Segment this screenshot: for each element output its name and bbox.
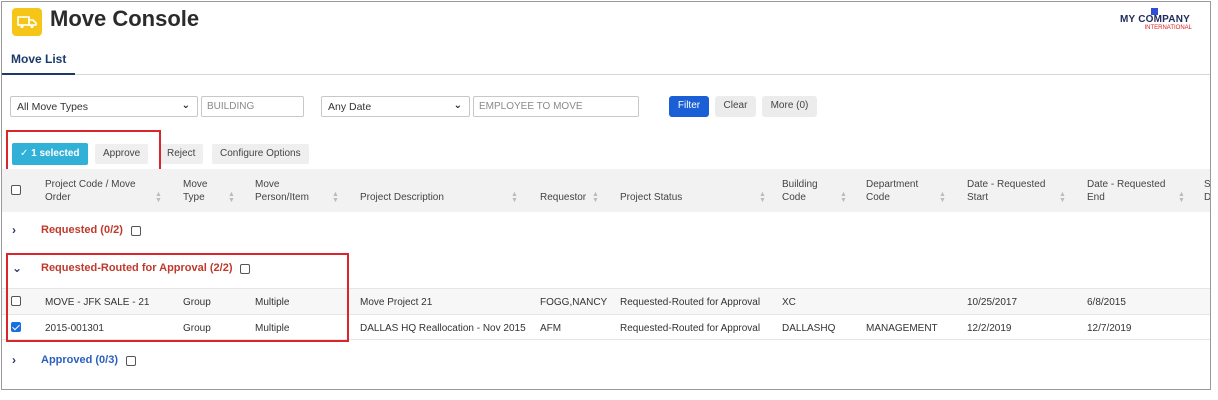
logo-company-subtitle: INTERNATIONAL [1144, 25, 1192, 31]
column-header-department-code[interactable]: Department Code [866, 178, 918, 204]
sort-icon[interactable]: ▲ ▼ [332, 191, 339, 204]
sort-icon[interactable]: ▲ ▼ [759, 191, 766, 204]
table-header: Project Code / Move Order ▲ ▼ Move Type ▲ ▼ … [2, 169, 1210, 212]
truck-icon [12, 8, 42, 36]
cell-building-code: DALLASHQ [782, 323, 836, 334]
header: Move Console MY COMPANY INTERNATIONAL [2, 2, 1210, 40]
column-header-building-code[interactable]: Building Code [782, 178, 818, 204]
employee-input[interactable]: EMPLOYEE TO MOVE [473, 96, 639, 117]
date-select[interactable]: Any Date ⌄ [321, 96, 470, 117]
sort-icon[interactable]: ▲ ▼ [511, 191, 518, 204]
logo-company-name: MY COMPANY [1120, 14, 1190, 25]
group-label: Requested (0/2) [41, 224, 123, 236]
cell-project-description: Move Project 21 [360, 297, 433, 308]
column-header-project-status[interactable]: Project Status [620, 191, 682, 204]
cell-building-code: XC [782, 297, 796, 308]
column-header-date-requested-end[interactable]: Date - Requested End [1087, 178, 1165, 204]
move-console-window: Move Console MY COMPANY INTERNATIONAL Mo… [1, 1, 1211, 390]
column-header-scheduled-date[interactable]: ScDa [1204, 178, 1210, 204]
sort-icon[interactable]: ▲ ▼ [840, 191, 847, 204]
app-title: Move Console [50, 6, 200, 31]
chevron-down-icon: ⌄ [181, 100, 190, 111]
column-header-project-code[interactable]: Project Code / Move Order [45, 178, 136, 204]
column-header-date-requested-start[interactable]: Date - Requested Start [967, 178, 1045, 204]
group-label: Approved (0/3) [41, 354, 119, 366]
chevron-right-icon[interactable]: › [12, 223, 16, 237]
highlight-routed-group [6, 253, 349, 342]
group-approved[interactable]: › Approved (0/3) [2, 342, 1210, 380]
column-header-move-type[interactable]: Move Type [183, 178, 207, 204]
sort-icon[interactable]: ▲ ▼ [155, 191, 162, 204]
sort-icon[interactable]: ▲ ▼ [1059, 191, 1066, 204]
column-header-requestor[interactable]: Requestor [540, 191, 586, 204]
cell-date-start: 12/2/2019 [967, 323, 1012, 334]
company-logo: MY COMPANY INTERNATIONAL [1118, 8, 1192, 36]
move-type-select[interactable]: All Move Types ⌄ [10, 96, 198, 117]
cell-project-status: Requested-Routed for Approval [620, 297, 761, 308]
move-type-value: All Move Types [17, 101, 89, 113]
cell-project-description: DALLAS HQ Reallocation - Nov 2015 [360, 323, 526, 334]
highlight-selection-actions [6, 130, 161, 172]
tab-move-list[interactable]: Move List [2, 44, 76, 75]
configure-options-button[interactable]: Configure Options [212, 144, 309, 164]
building-input[interactable]: BUILDING [201, 96, 304, 117]
more-button[interactable]: More (0) [762, 96, 817, 117]
tab-bar: Move List [2, 44, 1210, 75]
cell-date-end: 12/7/2019 [1087, 323, 1132, 334]
filter-button[interactable]: Filter [669, 96, 709, 117]
date-value: Any Date [328, 101, 372, 113]
column-header-project-description[interactable]: Project Description [360, 191, 444, 204]
chevron-right-icon[interactable]: › [12, 353, 16, 367]
reject-button[interactable]: Reject [159, 144, 204, 164]
cell-date-start: 10/25/2017 [967, 297, 1018, 308]
cell-date-end: 6/8/2015 [1087, 297, 1126, 308]
clear-button[interactable]: Clear [715, 96, 756, 117]
cell-department-code: MANAGEMENT [866, 323, 938, 334]
sort-icon[interactable]: ▲ ▼ [939, 191, 946, 204]
cell-project-status: Requested-Routed for Approval [620, 323, 761, 334]
cell-requestor: FOGG,NANCY [540, 297, 608, 308]
group-checkbox[interactable] [131, 226, 141, 236]
sort-icon[interactable]: ▲ ▼ [228, 191, 235, 204]
cell-requestor: AFM [540, 323, 562, 334]
group-checkbox[interactable] [126, 356, 136, 366]
column-header-move-person[interactable]: Move Person/Item [255, 178, 309, 204]
chevron-down-icon: ⌄ [453, 100, 462, 111]
group-requested[interactable]: › Requested (0/2) [2, 212, 1210, 250]
sort-icon[interactable]: ▲ ▼ [1178, 191, 1185, 204]
select-all-checkbox[interactable] [11, 185, 21, 195]
sort-icon[interactable]: ▲ ▼ [592, 191, 599, 204]
